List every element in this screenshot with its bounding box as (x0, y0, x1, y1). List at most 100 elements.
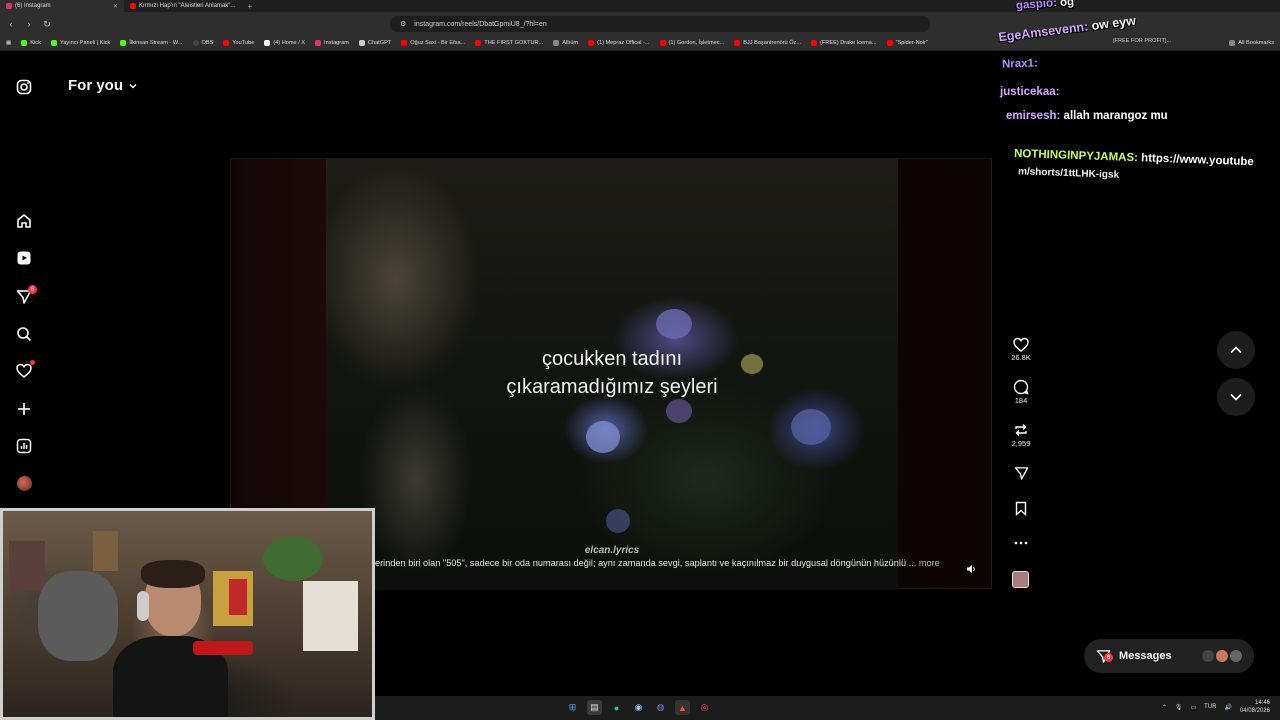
notification-badge: 6 (28, 285, 37, 294)
back-icon[interactable]: ‹ (6, 19, 16, 29)
tab-youtube[interactable]: Kırmızı Hap'ın "Ateistleri Anlamak"... (124, 0, 241, 12)
video-scenery (656, 309, 692, 339)
search-icon[interactable] (14, 324, 34, 344)
tab-label: Kırmızı Hap'ın "Ateistleri Anlamak"... (139, 3, 236, 9)
description-text: erinden biri olan "505", sadece bir oda … (375, 558, 917, 568)
chevron-up-icon (1230, 346, 1242, 354)
more-options-action (1005, 534, 1037, 552)
microphone-icon[interactable]: 🎙 (1175, 704, 1183, 711)
brave-browser-icon[interactable]: ▲ (675, 700, 690, 715)
reload-icon[interactable]: ↻ (42, 19, 52, 30)
share-send-icon[interactable] (1005, 464, 1037, 482)
home-icon[interactable] (14, 211, 34, 231)
tab-label: (6) Instagram (15, 3, 51, 9)
video-scenery (606, 509, 630, 533)
reel-video[interactable]: çocukken tadını çıkaramadığımız şeyleri … (326, 159, 898, 590)
reels-icon[interactable] (14, 248, 34, 268)
system-tray: ⌃ 🎙 ▭ TUR 🔊 14:46 04/08/2026 (1162, 699, 1270, 715)
notifications-heart-icon[interactable] (14, 360, 35, 381)
language-indicator[interactable]: TUR (1204, 704, 1216, 710)
new-tab-icon[interactable]: + (241, 2, 258, 11)
bookmark[interactable]: (1) Mepraz Offical -... (588, 40, 650, 46)
repost-action: 2,959 (1005, 421, 1037, 448)
bookmark[interactable]: (4) Home / X (264, 40, 305, 46)
repost-count: 2,959 (1011, 439, 1031, 448)
bookmark[interactable]: İlkinsan Stream - W... (120, 40, 183, 46)
notification-dot (30, 360, 35, 365)
forward-icon[interactable]: › (24, 19, 34, 29)
close-tab-icon[interactable]: ✕ (113, 3, 118, 10)
apps-grid-icon[interactable]: ▦ (6, 40, 11, 46)
bookmark[interactable]: Instagram (315, 40, 349, 46)
feed-title: For you (68, 77, 123, 94)
site-info-icon[interactable]: ⚙ (400, 20, 406, 28)
avatar (1202, 650, 1214, 662)
chat-message: Nrax1: (1001, 57, 1039, 71)
task-view-icon[interactable]: ▤ (587, 700, 602, 715)
windows-taskbar: ⊞ ▤ ● ◉ ◍ ▲ ◎ ⌃ 🎙 ▭ TUR 🔊 14:46 04/08/20… (375, 696, 1280, 720)
stream-chat-overlay: gaspio: og EgeAmsevenn: ow eyw [FREE FOR… (980, 0, 1280, 200)
bookmark[interactable]: BJJ Başantrenörü Öz... (734, 40, 801, 46)
direct-messages-icon[interactable]: 6 (14, 285, 37, 307)
instagram-favicon-icon (6, 3, 12, 9)
bookmark[interactable]: Yayıncı Paneli | Kick (50, 40, 110, 46)
clock-time: 14:46 (1254, 700, 1270, 706)
bookmark-save-icon[interactable] (1005, 499, 1037, 517)
chat-fragment: [FREE FOR PROFIT]... (1113, 38, 1172, 44)
chat-message-continued: m/shorts/1ttLHK-igsk (1017, 166, 1120, 181)
bookmark[interactable]: Oğuz Saxi - Bir Efsa... (401, 40, 465, 46)
avatar (1230, 650, 1242, 662)
volume-icon[interactable] (966, 564, 976, 577)
avatar (1216, 650, 1228, 662)
url-input[interactable]: ⚙ instagram.com/reels/DbatGpmiU8_/?hl=en (390, 16, 930, 32)
discord-icon[interactable]: ◍ (653, 700, 668, 715)
webcam-scenery (193, 641, 253, 655)
bookmark[interactable]: (FREE) Drake Icema... (811, 40, 877, 46)
webcam-scenery (229, 579, 247, 615)
bookmark-folder[interactable]: Albüm (553, 40, 578, 46)
audio-thumbnail[interactable] (1012, 571, 1029, 588)
reel-caption: çocukken tadını çıkaramadığımız şeyleri (326, 345, 898, 401)
steam-icon[interactable]: ◉ (631, 700, 646, 715)
next-reel-button[interactable] (1217, 378, 1255, 416)
bookmark[interactable]: ChatGPT (358, 40, 391, 46)
dashboard-icon[interactable] (14, 436, 34, 456)
clock[interactable]: 14:46 04/08/2026 (1240, 699, 1270, 715)
video-scenery (791, 409, 831, 445)
bookmark[interactable]: (1) Gordon, İşletmec... (659, 40, 724, 46)
tab-instagram[interactable]: (6) Instagram ✕ (0, 0, 124, 12)
webcam-scenery (303, 581, 358, 651)
video-scenery (586, 421, 620, 453)
volume-tray-icon[interactable]: 🔊 (1224, 704, 1231, 711)
messages-badge: 6 (1104, 653, 1113, 662)
bookmark[interactable]: YouTube (223, 40, 254, 46)
instagram-logo-icon[interactable] (14, 77, 34, 97)
network-icon[interactable]: ▭ (1190, 704, 1196, 711)
more-link[interactable]: more (919, 558, 940, 568)
bookmark[interactable]: Kick (21, 40, 41, 46)
more-options-icon[interactable] (1005, 534, 1037, 552)
comment-icon[interactable] (1005, 378, 1037, 396)
repost-icon[interactable] (1005, 421, 1037, 439)
share-action (1005, 464, 1037, 482)
bookmark[interactable]: THE FIRST GOKTUR... (475, 40, 543, 46)
previous-reel-button[interactable] (1217, 331, 1255, 369)
webcam-feed (0, 508, 375, 720)
bookmark[interactable]: OBS (192, 40, 213, 46)
create-plus-icon[interactable] (14, 399, 34, 419)
spotify-icon[interactable]: ● (609, 700, 624, 715)
like-action: 26.8K (1005, 335, 1037, 362)
webcam-scenery (141, 560, 205, 588)
messages-label: Messages (1119, 650, 1172, 662)
messages-button[interactable]: 6 Messages (1084, 639, 1254, 673)
start-windows-icon[interactable]: ⊞ (565, 700, 580, 715)
profile-avatar[interactable] (14, 473, 34, 493)
chat-message: justicekaa: (1000, 86, 1060, 98)
tray-chevron-up-icon[interactable]: ⌃ (1162, 704, 1167, 711)
chevron-down-icon (129, 83, 137, 88)
webcam-scenery (263, 536, 323, 581)
feed-selector[interactable]: For you (68, 77, 138, 94)
like-heart-icon[interactable] (1005, 335, 1037, 353)
chrome-icon[interactable]: ◎ (697, 700, 712, 715)
bookmark[interactable]: "Spider-Noir" (886, 40, 928, 46)
